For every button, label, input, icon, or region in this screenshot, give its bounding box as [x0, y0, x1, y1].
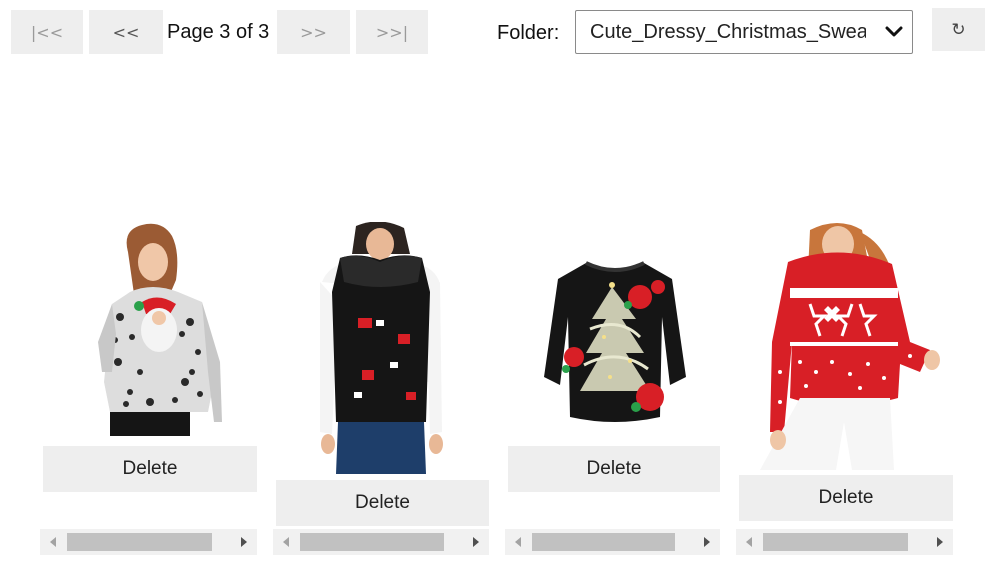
first-page-button[interactable]: |<<: [11, 10, 83, 54]
delete-button[interactable]: Delete: [276, 480, 489, 526]
scroll-left-icon[interactable]: [40, 529, 66, 555]
chevron-down-icon: [885, 26, 903, 37]
delete-button[interactable]: Delete: [43, 446, 257, 492]
red-reindeer-sweater-image: [760, 223, 940, 470]
scroll-right-icon[interactable]: [927, 529, 953, 555]
santa-leopard-sweater-image: [98, 223, 222, 436]
scroll-thumb[interactable]: [300, 533, 444, 551]
refresh-icon: ↻: [951, 19, 966, 40]
folder-label: Folder:: [497, 22, 560, 44]
horizontal-scrollbar[interactable]: [505, 529, 720, 555]
delete-button[interactable]: Delete: [739, 475, 953, 521]
scroll-thumb[interactable]: [532, 533, 675, 551]
scroll-right-icon[interactable]: [231, 529, 257, 555]
horizontal-scrollbar[interactable]: [736, 529, 953, 555]
next-page-button[interactable]: >>: [277, 10, 350, 54]
scroll-left-icon[interactable]: [736, 529, 762, 555]
scroll-right-icon[interactable]: [694, 529, 720, 555]
folder-selected-value: Cute_Dressy_Christmas_Sweaters: [590, 20, 866, 43]
scroll-thumb[interactable]: [763, 533, 908, 551]
scroll-thumb[interactable]: [67, 533, 212, 551]
scroll-left-icon[interactable]: [505, 529, 531, 555]
black-christmas-tree-sweater-image: [544, 261, 686, 422]
folder-select[interactable]: Cute_Dressy_Christmas_Sweaters: [575, 10, 913, 54]
previous-page-button[interactable]: <<: [89, 10, 163, 54]
delete-button[interactable]: Delete: [508, 446, 720, 492]
horizontal-scrollbar[interactable]: [40, 529, 257, 555]
scroll-right-icon[interactable]: [463, 529, 489, 555]
page-indicator: Page 3 of 3: [167, 21, 270, 43]
refresh-button[interactable]: ↻: [932, 8, 985, 51]
scroll-left-icon[interactable]: [273, 529, 299, 555]
last-page-button[interactable]: >>|: [356, 10, 428, 54]
black-fur-collar-vest-image: [320, 222, 443, 474]
horizontal-scrollbar[interactable]: [273, 529, 489, 555]
